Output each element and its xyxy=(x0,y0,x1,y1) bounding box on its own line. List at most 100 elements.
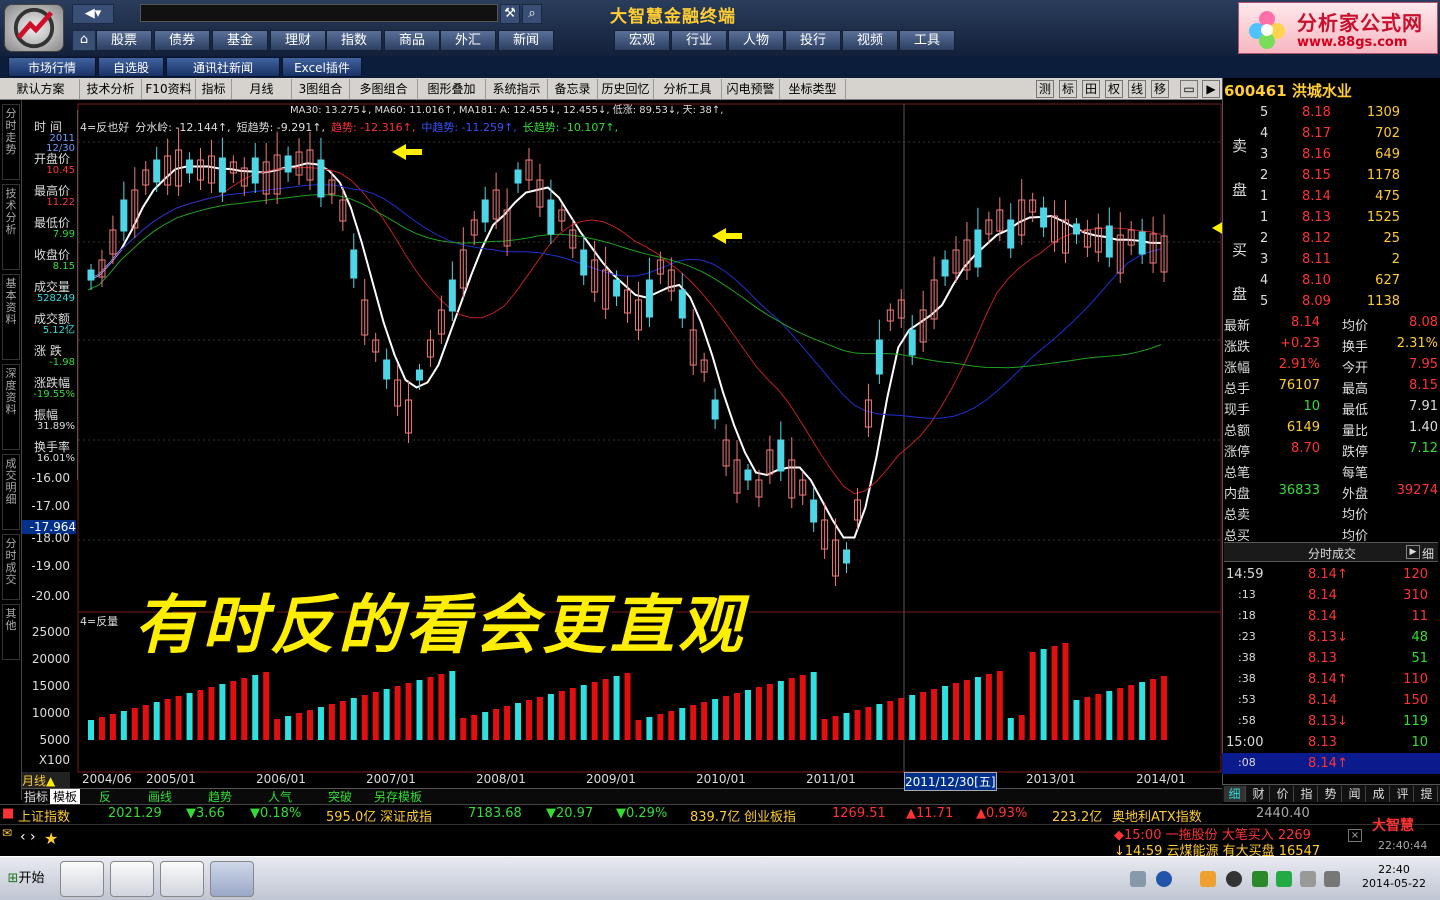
left-tab-2[interactable]: 基本资料 xyxy=(2,274,20,360)
right-tab-7[interactable]: 评 xyxy=(1392,786,1414,802)
play-icon[interactable]: ▶ xyxy=(1406,545,1420,559)
toolbar-item-12[interactable]: 闪电预警 xyxy=(722,79,780,99)
mail-icon[interactable]: ✉ xyxy=(2,826,12,840)
tick-row-3[interactable]: :23 8.13↓ 48 xyxy=(1222,627,1440,648)
ticker-item-15[interactable]: 奥地利ATX指数 xyxy=(1112,806,1202,825)
ticker-item-14[interactable]: 223.2亿 xyxy=(1052,806,1102,825)
bottom-tab-4[interactable]: 趋势 xyxy=(190,789,250,805)
left-tab-1[interactable]: 技术分析 xyxy=(2,184,20,270)
right-tab-2[interactable]: 价 xyxy=(1272,786,1294,802)
bottom-tab-6[interactable]: 突破 xyxy=(310,789,370,805)
bottom-tab-3[interactable]: 画线 xyxy=(130,789,190,805)
dzh-app-icon[interactable] xyxy=(210,861,254,897)
sub-tab-1[interactable]: 自选股 xyxy=(98,57,164,77)
tick-row-4[interactable]: :38 8.13 51 xyxy=(1222,648,1440,669)
nav-tab-1[interactable]: 债券 xyxy=(154,30,210,51)
nav-tab-2[interactable]: 基金 xyxy=(212,30,268,51)
tick-row-0[interactable]: 14:59 8.14↑ 120 xyxy=(1222,564,1440,585)
panel-toggle-icon[interactable]: ▶ xyxy=(1202,80,1220,98)
nav-tab-5[interactable]: 商品 xyxy=(384,30,440,51)
toolbar-item-1[interactable]: 技术分析 xyxy=(80,79,142,99)
help-icon[interactable] xyxy=(1156,871,1172,887)
toolbar-item-4[interactable]: 月线 xyxy=(232,79,292,99)
volume-icon[interactable] xyxy=(1324,871,1340,887)
ticker-item-13[interactable]: ▲0.93% xyxy=(976,806,1027,821)
ticker-item-11[interactable]: 1269.51 xyxy=(832,806,886,821)
ticker-item-8[interactable]: ▼0.29% xyxy=(616,806,667,821)
left-tab-0[interactable]: 分时走势 xyxy=(2,104,20,180)
tick-row-6[interactable]: :53 8.14 150 xyxy=(1222,690,1440,711)
bottom-tab-2[interactable]: 反 xyxy=(80,789,130,805)
toolbar-item-7[interactable]: 图形叠加 xyxy=(418,79,486,99)
left-tab-6[interactable]: 其他 xyxy=(2,604,20,660)
tick-row-2[interactable]: :18 8.14 11 xyxy=(1222,606,1440,627)
device-icon[interactable] xyxy=(1300,871,1316,887)
toolbar-item-13[interactable]: 坐标类型 xyxy=(780,79,846,99)
buy-row-2[interactable]: 3 8.11 2 xyxy=(1222,249,1440,270)
toolbar-right-0[interactable]: 测 xyxy=(1036,80,1054,98)
ticker-item-10[interactable]: 创业板指 xyxy=(744,806,796,825)
toolbar-item-6[interactable]: 多图组合 xyxy=(350,79,418,99)
toolbar-item-5[interactable]: 3图组合 xyxy=(292,79,350,99)
tick-row-5[interactable]: :38 8.14↑ 110 xyxy=(1222,669,1440,690)
nav-tab2-5[interactable]: 工具 xyxy=(899,30,955,51)
tick-row-7[interactable]: :58 8.13↓ 119 xyxy=(1222,711,1440,732)
ticks-detail-button[interactable]: 细 xyxy=(1422,545,1434,562)
home-icon[interactable]: ⌂ xyxy=(72,30,96,51)
system-clock[interactable]: 22:40 2014-05-22 xyxy=(1350,863,1438,891)
sub-tab-3[interactable]: Excel插件 xyxy=(282,57,362,77)
right-tab-3[interactable]: 指 xyxy=(1296,786,1318,802)
prev-arrow-icon[interactable]: ‹ xyxy=(20,829,26,845)
sub-tab-0[interactable]: 市场行情 xyxy=(8,57,96,77)
ticker-item-6[interactable]: 7183.68 xyxy=(468,806,522,821)
nav-tab2-0[interactable]: 宏观 xyxy=(614,30,670,51)
nav-tab-0[interactable]: 股票 xyxy=(96,30,152,51)
bottom-tab-7[interactable]: 另存模板 xyxy=(370,789,426,805)
buy-row-0[interactable]: 1 8.13 1525 xyxy=(1222,207,1440,228)
ticker-item-16[interactable]: 2440.40 xyxy=(1256,806,1310,821)
sell-row-0[interactable]: 5 8.18 1309 xyxy=(1222,102,1440,123)
right-tab-1[interactable]: 财 xyxy=(1248,786,1270,802)
refresh-app-icon[interactable] xyxy=(160,861,204,897)
nav-tab2-2[interactable]: 人物 xyxy=(728,30,784,51)
toolbar-item-9[interactable]: 备忘录 xyxy=(548,79,598,99)
nav-tab-7[interactable]: 新闻 xyxy=(498,30,554,51)
ticker-item-7[interactable]: ▼20.97 xyxy=(546,806,593,821)
tray-app-icon[interactable] xyxy=(1200,871,1216,887)
left-tab-5[interactable]: 分时成交 xyxy=(2,534,20,600)
ticker-item-2[interactable]: ▼3.66 xyxy=(186,806,225,821)
right-tab-5[interactable]: 闻 xyxy=(1344,786,1366,802)
keyboard-icon[interactable] xyxy=(1130,871,1146,887)
bottom-tab-1[interactable]: 模板 xyxy=(50,789,80,805)
chart-canvas[interactable] xyxy=(22,100,1222,800)
ticker-item-1[interactable]: 2021.29 xyxy=(108,806,162,821)
right-tab-6[interactable]: 成 xyxy=(1368,786,1390,802)
toolbar-right-1[interactable]: 标 xyxy=(1059,80,1077,98)
nav-tab2-4[interactable]: 视频 xyxy=(842,30,898,51)
tools-icon[interactable]: ⚒ xyxy=(500,4,520,24)
start-button[interactable]: ⊞开始 xyxy=(2,861,50,897)
camera-icon[interactable] xyxy=(110,861,154,897)
buy-row-1[interactable]: 2 8.12 25 xyxy=(1222,228,1440,249)
right-tab-8[interactable]: 提 xyxy=(1416,786,1438,802)
close-alert-icon[interactable]: × xyxy=(1348,829,1362,842)
tick-row-9[interactable]: :08 8.14↑ xyxy=(1222,753,1440,774)
back-button[interactable]: ◀▾ xyxy=(72,4,114,24)
network-icon[interactable] xyxy=(1252,871,1268,887)
toolbar-item-11[interactable]: 分析工具 xyxy=(654,79,722,99)
ticker-item-0[interactable]: 上证指数 xyxy=(18,806,70,825)
next-arrow-icon[interactable]: › xyxy=(30,829,36,845)
ticker-item-4[interactable]: 595.0亿 xyxy=(326,806,376,825)
sell-row-1[interactable]: 4 8.17 702 xyxy=(1222,123,1440,144)
toolbar-item-3[interactable]: 指标 xyxy=(196,79,232,99)
nav-tab-4[interactable]: 指数 xyxy=(326,30,382,51)
toolbar-right-4[interactable]: 线 xyxy=(1128,80,1146,98)
left-tab-3[interactable]: 深度资料 xyxy=(2,364,20,450)
address-input[interactable] xyxy=(140,4,498,22)
left-tab-4[interactable]: 成交明细 xyxy=(2,454,20,530)
buy-row-4[interactable]: 5 8.09 1138 xyxy=(1222,291,1440,312)
right-tab-0[interactable]: 细 xyxy=(1224,786,1246,802)
ticker-item-12[interactable]: ▲11.71 xyxy=(906,806,953,821)
window-restore-icon[interactable]: ▭ xyxy=(1180,80,1198,98)
toolbar-item-0[interactable]: 默认方案 xyxy=(2,79,80,99)
